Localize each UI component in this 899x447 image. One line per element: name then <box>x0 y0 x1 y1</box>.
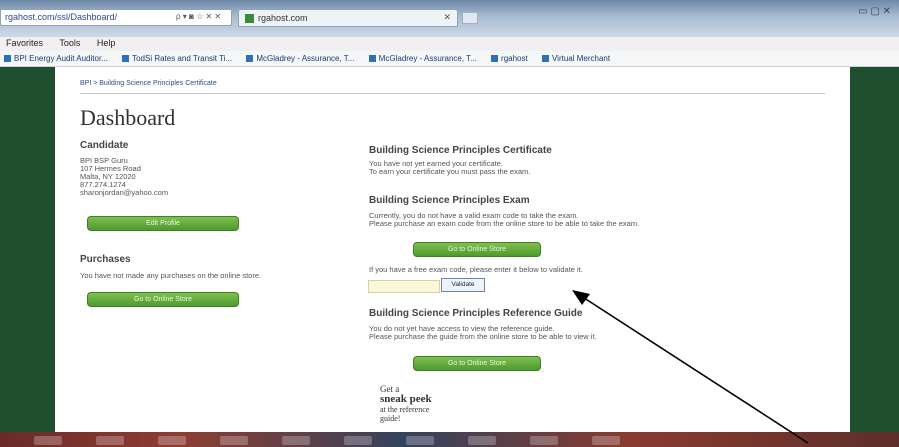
taskbar-item[interactable] <box>158 436 186 445</box>
sneak-peek-line3: at the reference <box>380 405 430 414</box>
certificate-text: You have not yet earned your certificate… <box>369 160 809 176</box>
taskbar-item[interactable] <box>468 436 496 445</box>
bookmark-icon <box>541 55 549 63</box>
new-tab-button[interactable] <box>462 12 478 24</box>
tab-title: rgahost.com <box>258 13 308 23</box>
menu-item-tools[interactable]: Tools <box>59 38 80 48</box>
guide-store-button[interactable]: Go to Online Store <box>413 356 541 371</box>
favorites-bar: BPI Energy Audit Auditor... TodSi Rates … <box>0 51 899 67</box>
taskbar-item[interactable] <box>344 436 372 445</box>
breadcrumb-divider <box>80 93 825 94</box>
menu-bar: Favorites Tools Help <box>0 37 899 51</box>
edit-profile-button[interactable]: Edit Profile <box>87 216 239 231</box>
favorite-link[interactable]: Virtual Merchant <box>541 54 610 63</box>
exam-line: Please purchase an exam code from the on… <box>369 219 640 228</box>
favorite-link[interactable]: McGladrey - Assurance, T... <box>368 54 477 63</box>
exam-code-prompt: If you have a free exam code, please ent… <box>369 265 583 274</box>
browser-tab[interactable]: rgahost.com ✕ <box>238 9 458 27</box>
bookmark-icon <box>491 55 499 63</box>
taskbar-item[interactable] <box>406 436 434 445</box>
exam-store-button[interactable]: Go to Online Store <box>413 242 541 257</box>
tab-close-icon[interactable]: ✕ <box>443 12 451 23</box>
certificate-line: To earn your certificate you must pass t… <box>369 167 531 176</box>
site-favicon-icon <box>245 14 254 24</box>
page-title: Dashboard <box>80 105 176 130</box>
guide-heading: Building Science Principles Reference Gu… <box>369 308 583 319</box>
taskbar <box>0 432 899 447</box>
candidate-details: BPI BSP Guru 107 Hermes Road Malta, NY 1… <box>80 157 280 197</box>
candidate-heading: Candidate <box>80 140 129 151</box>
window-controls[interactable]: ▭ ▢ ✕ <box>858 6 891 17</box>
bookmark-icon <box>4 55 11 63</box>
guide-line: Please purchase the guide from the onlin… <box>369 332 597 341</box>
menu-item-favorites[interactable]: Favorites <box>6 38 43 48</box>
address-bar-icons[interactable]: ρ ▾ ◙ ☆ ✕ ✕ <box>176 12 221 21</box>
exam-heading: Building Science Principles Exam <box>369 195 530 206</box>
favorite-link[interactable]: TodSi Rates and Transit Ti... <box>122 54 232 63</box>
taskbar-item[interactable] <box>530 436 558 445</box>
bookmark-icon <box>368 55 376 63</box>
bookmark-icon <box>122 55 130 63</box>
taskbar-item[interactable] <box>220 436 248 445</box>
sneak-peek-link[interactable]: Get a sneak peek at the reference guide! <box>380 385 432 424</box>
favorite-link[interactable]: rgahost <box>491 54 528 63</box>
purchases-text: You have not made any purchases on the o… <box>80 271 262 280</box>
purchases-heading: Purchases <box>80 254 131 265</box>
taskbar-item[interactable] <box>282 436 310 445</box>
menu-item-help[interactable]: Help <box>97 38 116 48</box>
browser-title-bar: rgahost.com/ssl/Dashboard/ ρ ▾ ◙ ☆ ✕ ✕ r… <box>0 0 899 37</box>
exam-code-input[interactable] <box>368 280 440 293</box>
online-store-button[interactable]: Go to Online Store <box>87 292 239 307</box>
candidate-email: sharonjordan@yahoo.com <box>80 188 169 197</box>
favorite-link[interactable]: BPI Energy Audit Auditor... <box>4 54 108 63</box>
sneak-peek-line4: guide! <box>380 414 401 423</box>
guide-text: You do not yet have access to view the r… <box>369 325 809 341</box>
taskbar-item[interactable] <box>96 436 124 445</box>
favorite-link[interactable]: McGladrey - Assurance, T... <box>246 54 354 63</box>
taskbar-item[interactable] <box>592 436 620 445</box>
breadcrumb[interactable]: BPI > Building Science Principles Certif… <box>80 80 217 87</box>
page-background: BPI > Building Science Principles Certif… <box>0 67 899 432</box>
validate-button[interactable]: Validate <box>441 278 485 292</box>
taskbar-item[interactable] <box>34 436 62 445</box>
content-panel: BPI > Building Science Principles Certif… <box>55 67 850 432</box>
exam-text: Currently, you do not have a valid exam … <box>369 212 824 228</box>
bookmark-icon <box>246 55 254 63</box>
certificate-heading: Building Science Principles Certificate <box>369 145 552 156</box>
sneak-peek-line2: sneak peek <box>380 393 432 405</box>
